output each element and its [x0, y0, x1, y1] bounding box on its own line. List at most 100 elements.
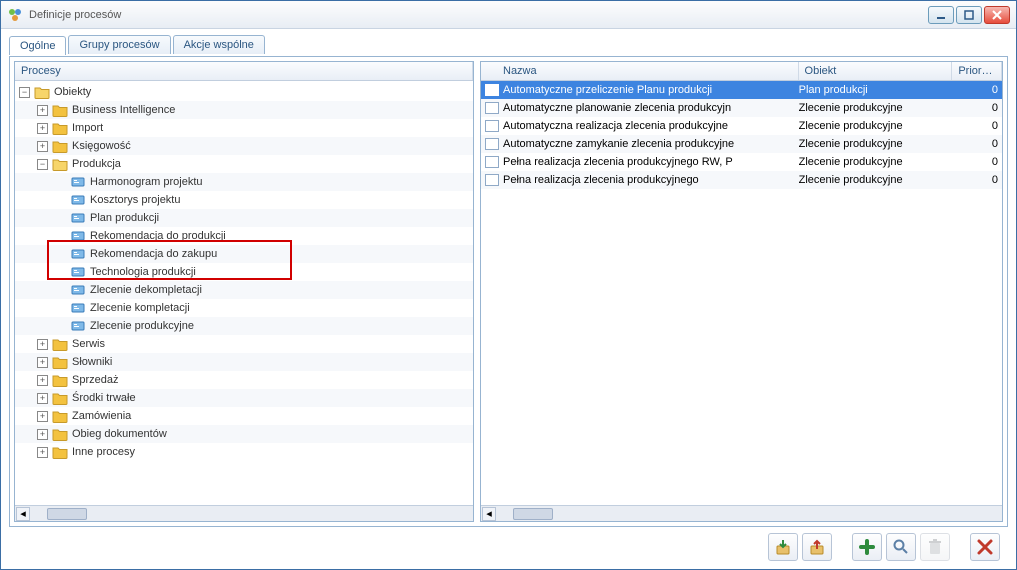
expand-icon[interactable]: +: [37, 141, 48, 152]
import-button[interactable]: [768, 533, 798, 561]
tree-label: Plan produkcji: [90, 212, 159, 224]
close-button[interactable]: [984, 6, 1010, 24]
row-checkbox[interactable]: [485, 120, 499, 132]
cell-nazwa: Automatyczne planowanie zlecenia produkc…: [503, 102, 799, 114]
grid-row[interactable]: Automatyczne przeliczenie Planu produkcj…: [481, 81, 1002, 99]
plus-icon: [858, 538, 876, 556]
tree-node[interactable]: Plan produkcji: [15, 209, 473, 227]
expand-icon[interactable]: +: [37, 447, 48, 458]
row-checkbox[interactable]: [485, 84, 499, 96]
tree-node[interactable]: + Sprzedaż: [15, 371, 473, 389]
tree-node[interactable]: + Środki trwałe: [15, 389, 473, 407]
tree-node[interactable]: Zlecenie produkcyjne: [15, 317, 473, 335]
tree-node[interactable]: Harmonogram projektu: [15, 173, 473, 191]
tree-node[interactable]: + Zamówienia: [15, 407, 473, 425]
expand-icon[interactable]: +: [37, 105, 48, 116]
expand-icon[interactable]: +: [37, 393, 48, 404]
import-icon: [774, 538, 792, 556]
tree-label: Obiekty: [54, 86, 91, 98]
row-checkbox[interactable]: [485, 174, 499, 186]
tree-label: Zlecenie produkcyjne: [90, 320, 194, 332]
tree-label: Księgowość: [72, 140, 131, 152]
window-title: Definicje procesów: [29, 9, 928, 21]
window-buttons: [928, 6, 1010, 24]
row-checkbox[interactable]: [485, 156, 499, 168]
row-checkbox[interactable]: [485, 102, 499, 114]
delete-button[interactable]: [920, 533, 950, 561]
magnifier-icon: [892, 538, 910, 556]
grid-body[interactable]: Automatyczne przeliczenie Planu produkcj…: [481, 81, 1002, 505]
app-icon: [7, 7, 23, 23]
tab-2[interactable]: Akcje wspólne: [173, 35, 265, 54]
tree-label: Obieg dokumentów: [72, 428, 167, 440]
grid-row[interactable]: Pełna realizacja zlecenia produkcyjnego …: [481, 153, 1002, 171]
row-checkbox[interactable]: [485, 138, 499, 150]
collapse-icon[interactable]: −: [37, 159, 48, 170]
scroll-thumb[interactable]: [47, 508, 87, 520]
add-button[interactable]: [852, 533, 882, 561]
cell-priorytet: 0: [952, 120, 1002, 132]
close-dialog-button[interactable]: [970, 533, 1000, 561]
titlebar[interactable]: Definicje procesów: [1, 1, 1016, 29]
grid-header: NazwaObiektPriorytet: [481, 62, 1002, 81]
tree-node[interactable]: Zlecenie dekompletacji: [15, 281, 473, 299]
tab-0[interactable]: Ogólne: [9, 36, 66, 55]
export-button[interactable]: [802, 533, 832, 561]
expand-icon[interactable]: +: [37, 429, 48, 440]
grid-row[interactable]: Pełna realizacja zlecenia produkcyjnegoZ…: [481, 171, 1002, 189]
cell-obiekt: Zlecenie produkcyjne: [799, 102, 953, 114]
expand-icon[interactable]: +: [37, 375, 48, 386]
expand-icon[interactable]: +: [37, 357, 48, 368]
grid-row[interactable]: Automatyczne zamykanie zlecenia produkcy…: [481, 135, 1002, 153]
tree-header: Procesy: [15, 62, 473, 81]
expand-icon[interactable]: +: [37, 339, 48, 350]
scroll-left-icon[interactable]: ◂: [482, 507, 496, 521]
cell-priorytet: 0: [952, 156, 1002, 168]
tab-1[interactable]: Grupy procesów: [68, 35, 170, 54]
tree-body[interactable]: −Obiekty+Business Intelligence+Import+Ks…: [15, 81, 473, 505]
tree-node[interactable]: Technologia produkcji: [15, 263, 473, 281]
tab-bar: OgólneGrupy procesówAkcje wspólne: [9, 35, 1008, 54]
collapse-icon[interactable]: −: [19, 87, 30, 98]
tree-node[interactable]: +Słowniki: [15, 353, 473, 371]
tree-node[interactable]: Rekomendacja do zakupu: [15, 245, 473, 263]
grid-row[interactable]: Automatyczne planowanie zlecenia produkc…: [481, 99, 1002, 117]
tree-node[interactable]: +Serwis: [15, 335, 473, 353]
expand-icon[interactable]: +: [37, 411, 48, 422]
tree-node[interactable]: −Produkcja: [15, 155, 473, 173]
tree-node[interactable]: + Inne procesy: [15, 443, 473, 461]
tree-node[interactable]: +Business Intelligence: [15, 101, 473, 119]
minimize-button[interactable]: [928, 6, 954, 24]
cell-priorytet: 0: [952, 102, 1002, 114]
grid-scrollbar-horizontal[interactable]: ◂: [481, 505, 1002, 521]
scroll-thumb[interactable]: [513, 508, 553, 520]
tree-node[interactable]: +Import: [15, 119, 473, 137]
tree-node[interactable]: Kosztorys projektu: [15, 191, 473, 209]
cell-priorytet: 0: [952, 138, 1002, 150]
tree-label: Sprzedaż: [72, 374, 118, 386]
export-icon: [808, 538, 826, 556]
cell-obiekt: Zlecenie produkcyjne: [799, 174, 953, 186]
tree-label: Zamówienia: [72, 410, 131, 422]
tree-node[interactable]: Zlecenie kompletacji: [15, 299, 473, 317]
tree-node[interactable]: + Księgowość: [15, 137, 473, 155]
search-button[interactable]: [886, 533, 916, 561]
cell-obiekt: Plan produkcji: [799, 84, 953, 96]
tree-label: Inne procesy: [72, 446, 135, 458]
expand-icon[interactable]: +: [37, 123, 48, 134]
cell-nazwa: Automatyczne zamykanie zlecenia produkcy…: [503, 138, 799, 150]
tree-scrollbar-horizontal[interactable]: ◂: [15, 505, 473, 521]
column-header[interactable]: Obiekt: [799, 62, 953, 80]
tree-node[interactable]: + Obieg dokumentów: [15, 425, 473, 443]
scroll-left-icon[interactable]: ◂: [16, 507, 30, 521]
tree-node[interactable]: Rekomendacja do produkcji: [15, 227, 473, 245]
column-header[interactable]: Nazwa: [481, 62, 799, 80]
column-header[interactable]: Priorytet: [952, 62, 1002, 80]
grid-panel: NazwaObiektPriorytet Automatyczne przeli…: [480, 61, 1003, 522]
maximize-button[interactable]: [956, 6, 982, 24]
tree-label: Środki trwałe: [72, 392, 136, 404]
tree-label: Zlecenie dekompletacji: [90, 284, 202, 296]
tree-node[interactable]: − Obiekty: [15, 83, 473, 101]
window-frame: Definicje procesów OgólneGrupy procesówA…: [0, 0, 1017, 570]
grid-row[interactable]: Automatyczna realizacja zlecenia produkc…: [481, 117, 1002, 135]
